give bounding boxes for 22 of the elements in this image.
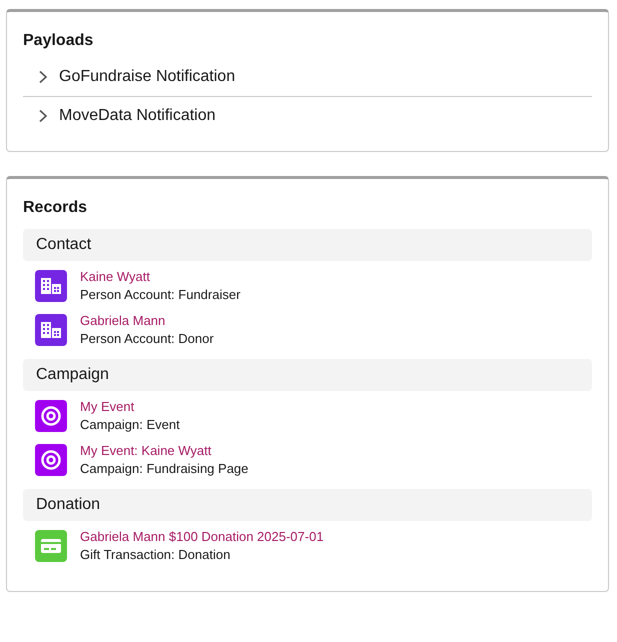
record-link[interactable]: Kaine Wyatt: [80, 269, 240, 284]
record-type: Campaign: Fundraising Page: [80, 461, 248, 476]
target-icon: [35, 444, 67, 476]
building-icon: [35, 270, 67, 302]
record-type: Person Account: Fundraiser: [80, 287, 240, 302]
target-icon: [35, 400, 67, 432]
record-link[interactable]: Gabriela Mann: [80, 313, 214, 328]
accordion-item[interactable]: GoFundraise Notification: [23, 58, 592, 97]
record-link[interactable]: Gabriela Mann $100 Donation 2025-07-01: [80, 529, 324, 544]
record-link[interactable]: My Event: Kaine Wyatt: [80, 443, 248, 458]
group-header: Donation: [23, 489, 592, 521]
credit-card-icon: [35, 530, 67, 562]
record-type: Gift Transaction: Donation: [80, 547, 232, 562]
record-type: Campaign: Event: [80, 417, 180, 432]
accordion-item[interactable]: MoveData Notification: [23, 97, 592, 135]
record-type: Person Account: Donor: [80, 331, 214, 346]
building-icon: [35, 314, 67, 346]
record-link[interactable]: My Event: [80, 399, 180, 414]
group-header: Contact: [23, 229, 592, 261]
group-header: Campaign: [23, 359, 592, 391]
card-title: Records: [23, 198, 88, 218]
card-title: Payloads: [23, 31, 94, 51]
